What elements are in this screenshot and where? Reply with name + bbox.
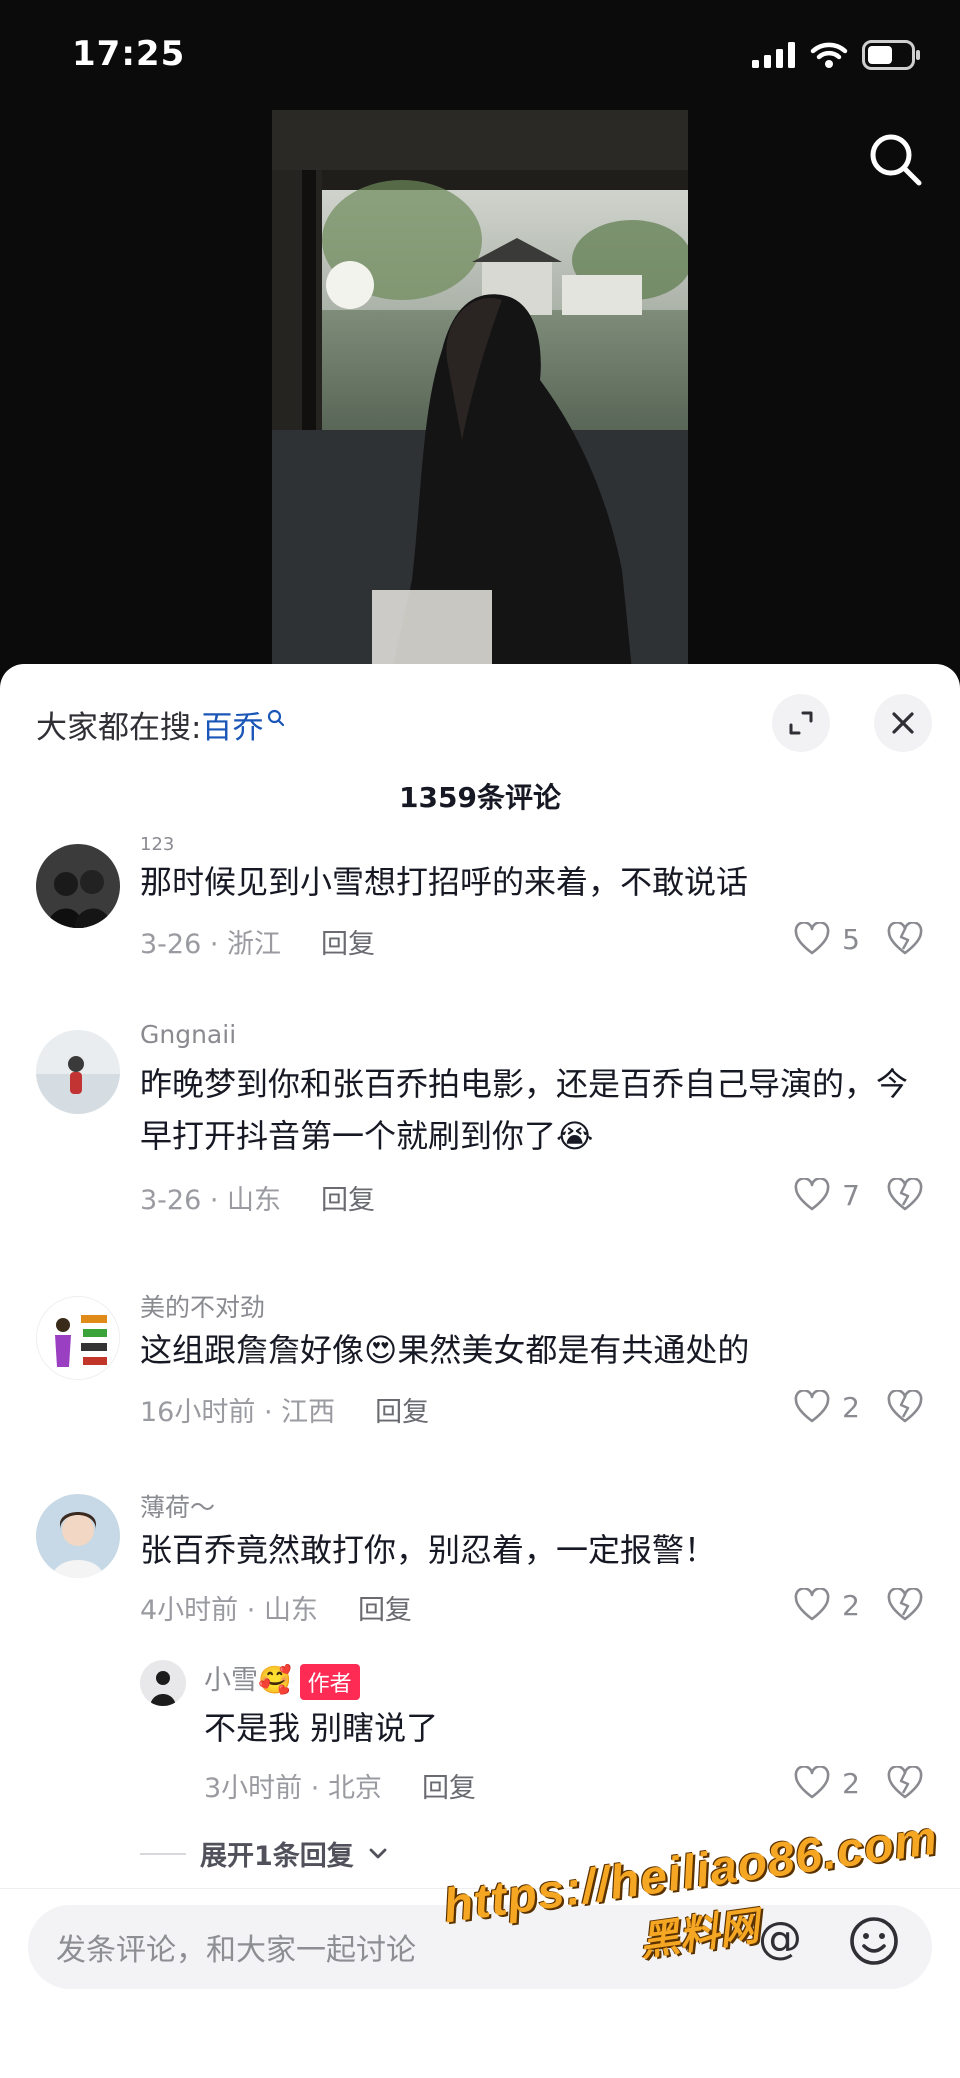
keyword-search-icon: [268, 709, 285, 726]
like-button[interactable]: 2: [794, 1390, 860, 1424]
reply-text: 不是我 别瞎说了: [204, 1709, 439, 1747]
like-count: 2: [842, 1588, 860, 1622]
like-count: 2: [842, 1390, 860, 1424]
divider: [140, 1852, 186, 1855]
reply-username[interactable]: 小雪🥰 作者: [204, 1658, 360, 1700]
hot-search-link[interactable]: 大家都在搜: 百乔: [36, 702, 285, 747]
comment-date-location: 16小时前 · 江西: [140, 1397, 336, 1428]
chevron-down-icon: [369, 1848, 387, 1858]
search-icon: [870, 134, 922, 186]
close-icon: [892, 712, 914, 734]
signal-icon: [752, 42, 795, 68]
avatar[interactable]: [36, 844, 120, 928]
heart-icon: [794, 1588, 830, 1621]
comment-text: 张百乔竟然敢打你，别忍着，一定报警！: [140, 1531, 717, 1569]
heart-icon: [794, 922, 830, 955]
like-count: 7: [842, 1178, 860, 1212]
like-button[interactable]: 7: [794, 1178, 860, 1212]
dislike-button[interactable]: [886, 1765, 924, 1804]
avatar[interactable]: [36, 1494, 120, 1578]
comment-date-location: 3-26 · 浙江: [140, 929, 282, 960]
comment-text: 这组跟詹詹好像😍果然美女都是有共通处的: [140, 1331, 750, 1369]
comment-username[interactable]: Gngnaii: [140, 1020, 236, 1049]
comment-list[interactable]: 123 那时候见到小雪想打招呼的来着，不敢说话 3-26 · 浙江 回复 5 G…: [0, 832, 960, 1872]
wifi-icon: [810, 42, 848, 68]
avatar[interactable]: [140, 1660, 186, 1706]
comment-sheet-header: 大家都在搜: 百乔 1359条评论: [0, 664, 960, 814]
heart-icon: [794, 1178, 830, 1211]
like-button[interactable]: 2: [794, 1588, 860, 1622]
heart-icon: [794, 1390, 830, 1423]
expand-icon: [789, 711, 813, 735]
hot-search-prefix: 大家都在搜:: [36, 710, 202, 746]
comment-meta: 16小时前 · 江西 回复: [140, 1390, 429, 1429]
broken-heart-icon: [887, 1389, 923, 1423]
like-count: 5: [842, 922, 860, 956]
reply-button[interactable]: 回复: [375, 1390, 429, 1429]
comment-meta: 4小时前 · 山东 回复: [140, 1588, 412, 1627]
search-button[interactable]: [866, 130, 926, 190]
hot-search-keyword[interactable]: 百乔: [201, 702, 263, 747]
avatar[interactable]: [36, 1296, 120, 1380]
comment-text: 那时候见到小雪想打招呼的来着，不敢说话: [140, 863, 749, 901]
avatar[interactable]: [36, 1030, 120, 1114]
video-still-image: [272, 110, 688, 670]
video-frame: [272, 110, 688, 670]
broken-heart-icon: [887, 1587, 923, 1621]
comment-count: 1359条评论: [399, 781, 561, 814]
comment-username[interactable]: 薄荷～: [140, 1488, 215, 1524]
broken-heart-icon: [887, 1177, 923, 1211]
dislike-button[interactable]: [886, 1177, 924, 1216]
heart-icon: [794, 1766, 830, 1799]
expand-replies-label: 展开1条回复: [200, 1841, 354, 1872]
reply-button[interactable]: 回复: [321, 922, 375, 961]
comment-date-location: 4小时前 · 山东: [140, 1595, 318, 1626]
dislike-button[interactable]: [886, 921, 924, 960]
comment-date-location: 3-26 · 山东: [140, 1185, 282, 1216]
expand-sheet-button[interactable]: [772, 694, 830, 752]
status-icons: [752, 40, 922, 70]
status-time: 17:25: [72, 34, 186, 74]
reply-button[interactable]: 回复: [358, 1588, 412, 1627]
status-bar: 17:25: [0, 0, 960, 110]
dislike-button[interactable]: [886, 1389, 924, 1428]
broken-heart-icon: [887, 1765, 923, 1799]
comment-text: 昨晚梦到你和张百乔拍电影，还是百乔自己导演的，今早打开抖音第一个就刷到你了😭: [140, 1065, 909, 1155]
dislike-button[interactable]: [886, 1587, 924, 1626]
comment-username[interactable]: 123: [140, 834, 174, 855]
reply-meta: 3小时前 · 北京 回复: [204, 1766, 476, 1805]
like-button[interactable]: 2: [794, 1766, 860, 1800]
comment-meta: 3-26 · 浙江 回复: [140, 922, 375, 961]
reply-button[interactable]: 回复: [422, 1766, 476, 1805]
reply-date-location: 3小时前 · 北京: [204, 1773, 382, 1804]
author-badge: 作者: [299, 1663, 360, 1700]
reply-button[interactable]: 回复: [321, 1178, 375, 1217]
battery-icon: [862, 40, 920, 70]
close-sheet-button[interactable]: [874, 694, 932, 752]
reply-username-text: 小雪🥰: [204, 1665, 292, 1696]
comment-meta: 3-26 · 山东 回复: [140, 1178, 375, 1217]
like-button[interactable]: 5: [794, 922, 860, 956]
broken-heart-icon: [887, 921, 923, 955]
comment-username[interactable]: 美的不对劲: [140, 1288, 265, 1324]
expand-replies-button[interactable]: 展开1条回复: [140, 1834, 388, 1872]
like-count: 2: [842, 1766, 860, 1800]
